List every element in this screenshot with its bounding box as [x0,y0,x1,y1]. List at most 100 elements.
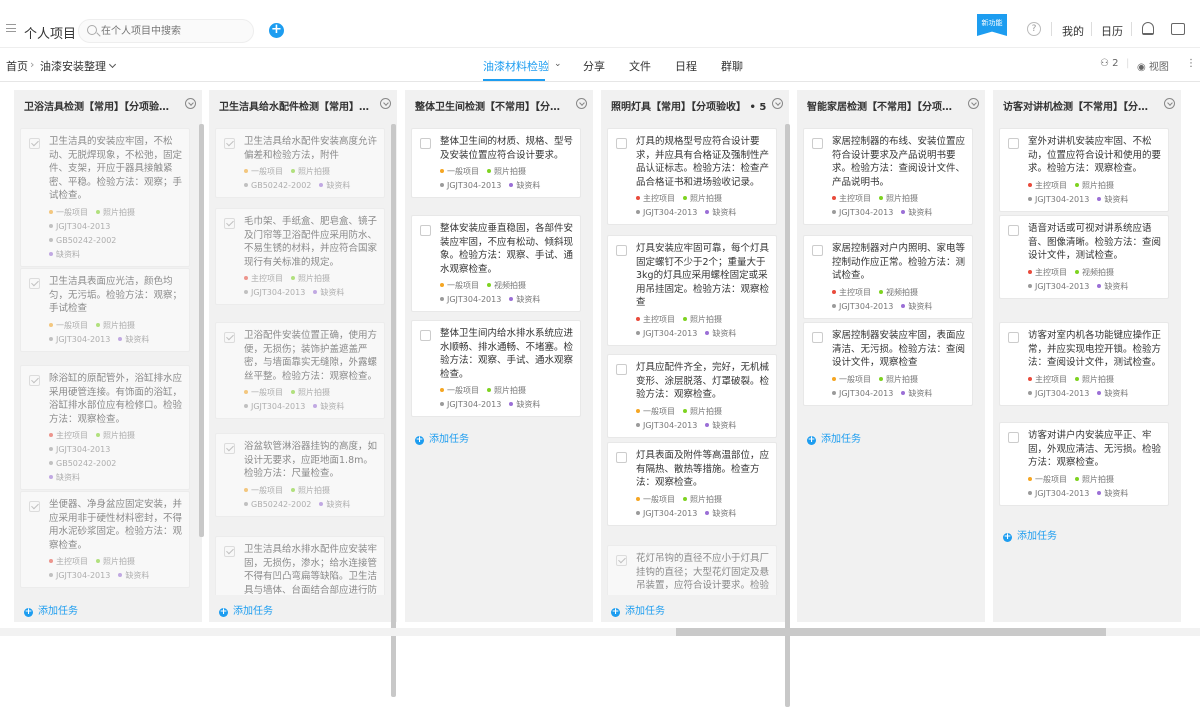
tab-dropdown-icon[interactable]: ⌄ [554,59,562,69]
task-checkbox[interactable] [224,443,235,454]
task-checkbox[interactable] [224,218,235,229]
task-card[interactable]: 家居控制器安装应牢固，表面应清洁、无污损。检验方法：查阅设计文件，观察检查 一般项… [803,322,973,406]
task-card[interactable]: 卫生洁具表面应光洁，颜色均匀，无污垢。检验方法：观察；手试检查 一般项目 照片拍摄 J… [20,268,190,352]
tag-dot-icon [96,322,100,327]
column-scrollbar[interactable] [199,124,204,537]
add-task-button[interactable]: + 添加任务 [415,430,469,445]
task-card[interactable]: 花灯吊钩的直径不应小于灯具厂挂钩的直径；大型花灯固定及悬吊装置，应符合设计要求。… [607,545,777,595]
task-card[interactable]: 灯具的规格型号应符合设计要求，并应具有合格证及强制性产品认证标志。检验方法：检查… [607,128,777,225]
add-task-button[interactable]: + 添加任务 [611,602,665,617]
task-card[interactable]: 整体卫生间的材质、规格、型号及安装位置应符合设计要求。 一般项目 照片拍摄 JGJT3… [411,128,581,198]
task-checkbox[interactable] [224,546,235,557]
tag-label: 缺资料 [320,402,345,411]
tag-dot-icon [705,210,710,214]
task-checkbox[interactable] [420,225,431,236]
tab-3[interactable]: 日程 [675,58,697,74]
column-scrollbar[interactable] [391,124,396,697]
task-checkbox[interactable] [224,138,235,149]
tag-dot-icon [901,390,906,395]
tab-4[interactable]: 群聊 [721,58,743,74]
task-card[interactable]: 灯具安装应牢固可靠，每个灯具固定螺钉不少于2个；重量大于3kg的灯具应采用螺栓固… [607,235,777,346]
task-card[interactable]: 除浴缸的原配管外，浴缸排水应采用硬管连接。有饰面的浴缸，浴缸排水部位应有检修口。… [20,365,190,490]
breadcrumb-home[interactable]: 首页 [6,58,28,74]
search-box[interactable] [78,19,254,43]
help-icon[interactable]: ? [1027,22,1041,36]
task-card[interactable]: 家居控制器的布线、安装位置应符合设计要求及产品说明书要求。检验方法：查阅设计文件… [803,128,973,225]
task-checkbox[interactable] [616,245,627,256]
task-checkbox[interactable] [1008,432,1019,443]
more-icon[interactable]: ⋮ [1186,58,1196,69]
task-card[interactable]: 卫生洁具给水排水配件应安装牢固，无损伤，渗水；给水连接管不得有凹凸弯扁等缺陷。卫… [215,536,385,595]
member-count: 2 [1112,58,1119,69]
task-card[interactable]: 整体卫生间内给水排水系统应进水顺畅、排水通畅、不堵塞。检验方法：观察、手试、通水… [411,320,581,417]
tab-1[interactable]: 分享 [583,58,605,74]
calendar-link[interactable]: 日历 [1101,23,1123,39]
message-icon[interactable] [1171,23,1185,35]
add-task-button[interactable]: + 添加任务 [24,602,78,617]
tag-label: 照片拍摄 [298,388,330,397]
task-checkbox[interactable] [224,332,235,343]
task-checkbox[interactable] [616,555,627,566]
column-scrollbar[interactable] [785,124,790,707]
new-feature-badge[interactable]: 新功能 [977,14,1007,36]
add-task-label: 添加任务 [1017,531,1057,542]
task-card[interactable]: 室外对讲机安装应牢固、不松动，位置应符合设计和使用的要求。检验方法：观察检查。主… [999,128,1169,212]
tag-dot-icon [705,330,710,335]
task-card[interactable]: 访客对室内机各功能键应操作正常，并应实现电控开锁。检验方法：查阅设计文件，测试检… [999,322,1169,406]
task-checkbox[interactable] [616,452,627,463]
board-column: 卫浴洁具检测【常用】【分项验… 卫生洁具的安装应牢固，不松动、无脱焊现象，不松弛，… [14,90,202,622]
add-project-button[interactable]: + [269,23,284,38]
horizontal-scrollbar-thumb[interactable] [676,628,1106,636]
task-checkbox[interactable] [1008,225,1019,236]
task-checkbox[interactable] [1008,138,1019,149]
tab-0[interactable]: 油漆材料检验 [483,58,549,74]
task-checkbox[interactable] [29,138,40,149]
task-checkbox[interactable] [616,364,627,375]
task-card[interactable]: 卫浴配件安装位置正确，使用方便，无损伤；装饰护盖遮盖严密，与墙面靠实无缝隙，外露… [215,322,385,419]
task-card[interactable]: 浴盆软管淋浴器挂钩的高度，如设计无要求，应距地面1.8m。检验方法：尺量检查。一… [215,433,385,517]
task-tags: 主控项目 照片拍摄 JGJT304-2013 缺资料 [244,272,378,300]
tag-dot-icon [1028,476,1032,481]
tag-dot-icon [636,510,640,515]
task-checkbox[interactable] [29,375,40,386]
menu-icon[interactable] [6,24,16,32]
add-task-button[interactable]: + 添加任务 [1003,527,1057,542]
task-card[interactable]: 灯具表面及附件等高温部位，应有隔热、散热等措施。检查方法：观察检查。 一般项目 照片… [607,442,777,526]
add-task-button[interactable]: + 添加任务 [219,602,273,617]
task-card[interactable]: 整体安装应垂直稳固，各部件安装应牢固，不应有松动、倾斜现象。检验方法：观察、手试… [411,215,581,312]
tab-2[interactable]: 文件 [629,58,651,74]
task-checkbox[interactable] [812,245,823,256]
task-card[interactable]: 家居控制器对户内照明、家电等控制动作应正常。检验方法：测试检查。 主控项目 视频拍摄… [803,235,973,319]
tag-label: 照片拍摄 [886,374,918,384]
tag-dot-icon [440,183,444,187]
search-input[interactable] [101,23,251,39]
task-checkbox[interactable] [616,138,627,149]
task-card[interactable]: 毛巾架、手纸盒、肥皂盒、镜子及门帘等卫浴配件应采用防水、不易生锈的材料，并应符合… [215,208,385,305]
breadcrumb-project[interactable]: 油漆安装整理 [40,58,117,74]
task-tags: 一般项目 照片拍摄 JGJT304-2013 缺资料 [1028,473,1162,501]
task-tag: 一般项目 [49,208,88,217]
tag-label: 一般项目 [56,320,88,330]
task-checkbox[interactable] [29,278,40,289]
task-checkbox[interactable] [420,138,431,149]
task-card[interactable]: 访客对讲户内安装应平正、牢固，外观应清洁、无污损。检验方法：观察检查。 一般项目 照… [999,422,1169,506]
task-card[interactable]: 语音对话或可视对讲系统应语音、图像清晰。检验方法：查阅设计文件，测试检查。 主控项… [999,215,1169,299]
task-checkbox[interactable] [420,330,431,341]
tag-dot-icon [244,276,248,280]
task-checkbox[interactable] [812,138,823,149]
tag-label: 一般项目 [839,374,871,384]
task-card[interactable]: 灯具应配件齐全，完好，无机械变形、涂层脱落、灯罩破裂。检验方法：观察检查。 一般项… [607,354,777,438]
task-checkbox[interactable] [1008,332,1019,343]
task-card[interactable]: 卫生洁具的安装应牢固，不松动、无脱焊现象，不松弛，固定件、支架，开应于器具接触紧… [20,128,190,267]
task-card[interactable]: 卫生洁具给水配件安装高度允许偏差和检验方法，附件 一般项目 照片拍摄 GB50242-… [215,128,385,198]
bell-icon[interactable] [1142,22,1154,35]
view-button[interactable]: ◉ 视图 [1137,58,1169,73]
task-checkbox[interactable] [812,332,823,343]
task-card[interactable]: 坐便器、净身盆应固定安装，并应采用非于硬性材料密封，不得用水泥砂浆固定。检验方法… [20,491,190,588]
mine-link[interactable]: 我的 [1062,23,1084,39]
members-button[interactable]: ⚇ 2 [1100,58,1119,69]
project-title[interactable]: 个人项目 [24,23,76,42]
add-task-button[interactable]: + 添加任务 [807,430,861,445]
tag-dot-icon [879,196,883,200]
task-checkbox[interactable] [29,501,40,512]
